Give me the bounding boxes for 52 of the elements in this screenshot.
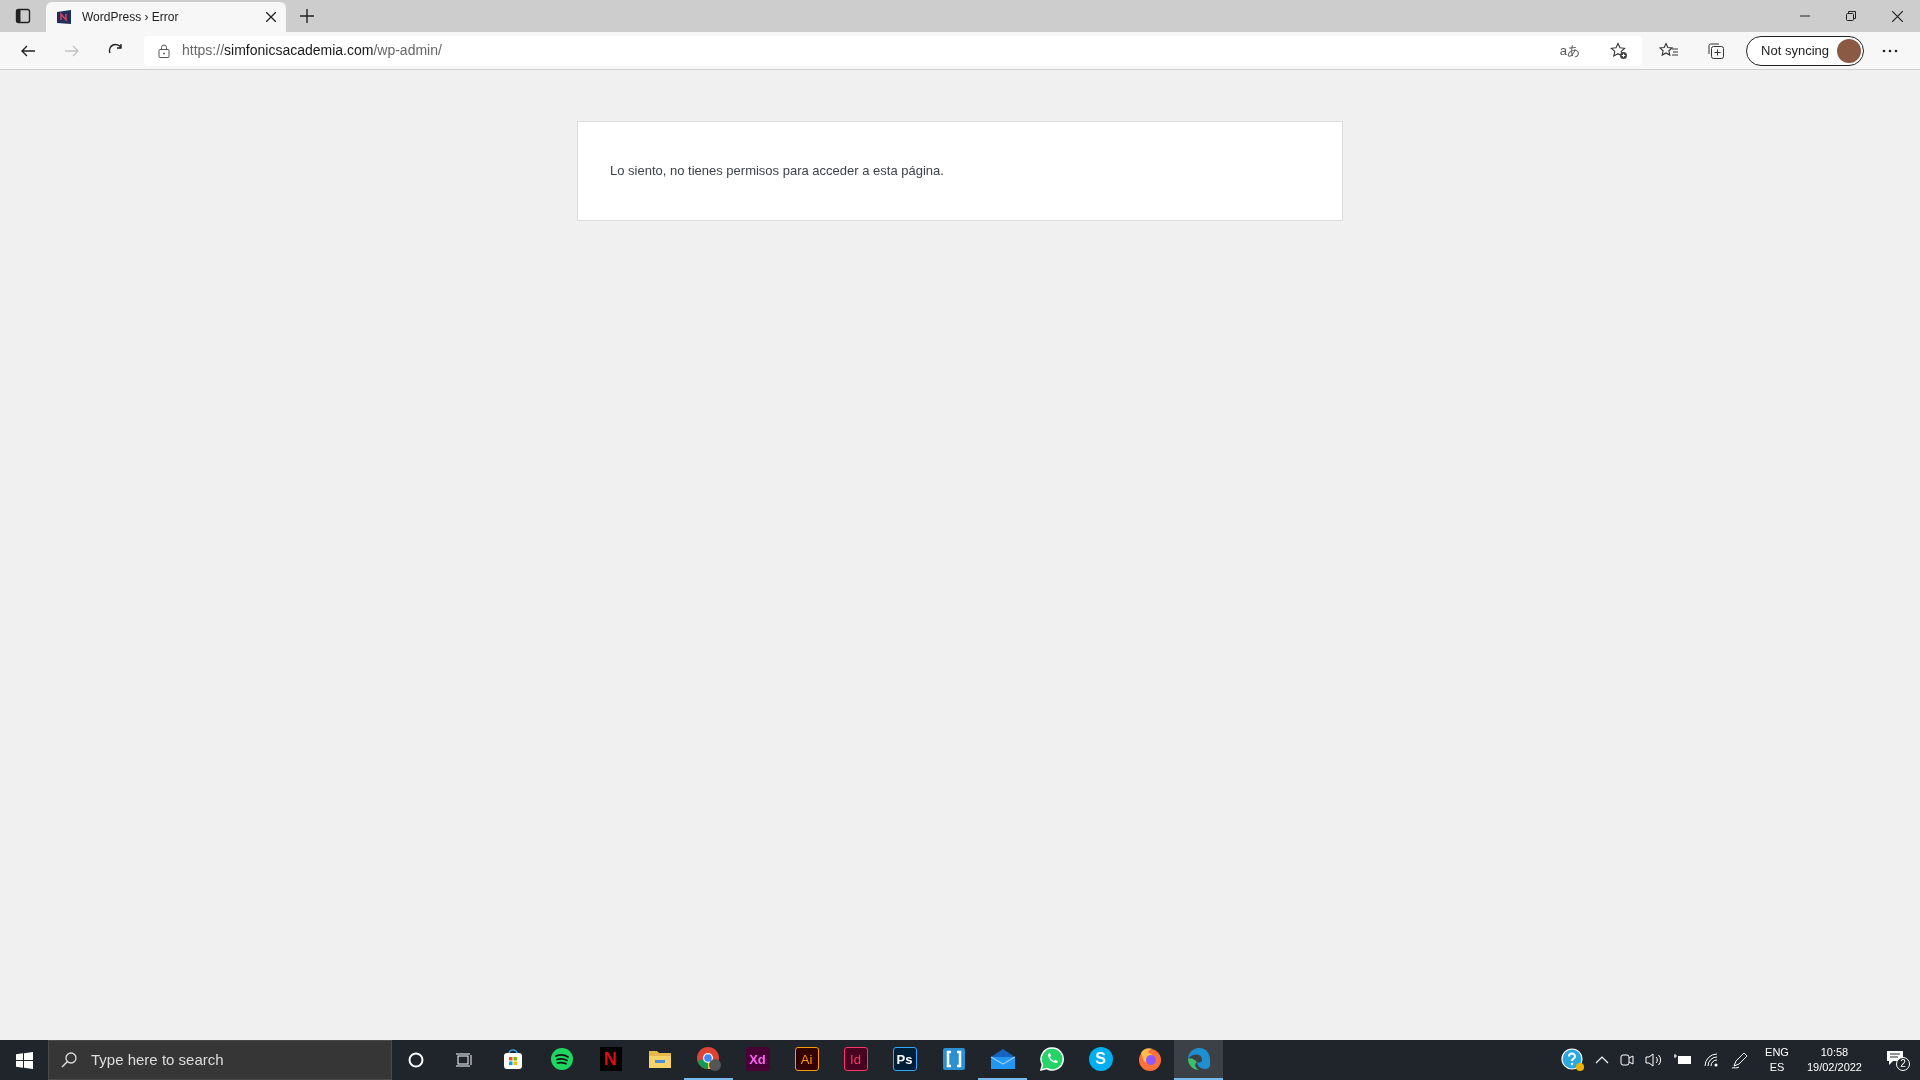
spotify-icon bbox=[549, 1047, 574, 1071]
skype-icon: S bbox=[1088, 1047, 1113, 1071]
address-field[interactable]: https://simfonicsacademia.com/wp-admin/ aあ bbox=[144, 35, 1643, 66]
taskbar-app[interactable]: Id bbox=[831, 1040, 880, 1080]
cortana-icon[interactable] bbox=[408, 1052, 424, 1068]
add-favorite-icon[interactable] bbox=[1610, 41, 1629, 60]
tab-actions-icon[interactable] bbox=[15, 8, 31, 24]
netflix-icon: N bbox=[599, 1047, 622, 1071]
pen-icon[interactable] bbox=[1731, 1051, 1750, 1069]
folder-icon bbox=[647, 1048, 672, 1070]
search-field[interactable]: Type here to search bbox=[48, 1040, 392, 1080]
firefox-icon bbox=[1136, 1046, 1163, 1072]
taskbar-app[interactable]: Xd bbox=[733, 1040, 782, 1080]
profile-button[interactable]: Not syncing bbox=[1746, 35, 1864, 66]
taskbar-app[interactable]: Ps bbox=[880, 1040, 929, 1080]
read-aloud-icon[interactable]: aあ bbox=[1559, 40, 1581, 61]
chrome-icon bbox=[695, 1046, 722, 1072]
site-favicon-icon bbox=[56, 9, 72, 25]
clock-date[interactable]: 19/02/2022 bbox=[1806, 1060, 1862, 1075]
edge-icon bbox=[1185, 1046, 1212, 1072]
search-icon bbox=[61, 1052, 77, 1068]
chat-bubble-icon bbox=[1038, 1046, 1065, 1072]
notifications-button[interactable]: 2 bbox=[1884, 1048, 1914, 1072]
ps-logo-icon: Ps bbox=[892, 1047, 917, 1071]
bracket-app-icon bbox=[941, 1047, 966, 1071]
close-icon[interactable] bbox=[1891, 10, 1903, 22]
task-view-icon[interactable] bbox=[455, 1052, 473, 1068]
taskbar-app[interactable]: Ai bbox=[782, 1040, 831, 1080]
taskbar-app[interactable]: N bbox=[586, 1040, 635, 1080]
avatar-icon bbox=[1837, 38, 1861, 63]
clock-time[interactable]: 10:58 bbox=[1820, 1045, 1849, 1060]
start-icon[interactable] bbox=[15, 1051, 33, 1069]
restore-icon[interactable] bbox=[1846, 11, 1856, 21]
language-indicator[interactable]: ENG bbox=[1765, 1045, 1789, 1060]
lock-icon bbox=[158, 43, 170, 58]
browser-tab[interactable]: WordPress › Error bbox=[46, 2, 286, 32]
tab-title: WordPress › Error bbox=[82, 9, 180, 26]
chevron-up-icon[interactable] bbox=[1595, 1056, 1610, 1064]
more-icon[interactable] bbox=[1882, 48, 1898, 53]
camera-icon[interactable] bbox=[1619, 1052, 1636, 1068]
xd-logo-icon: Xd bbox=[745, 1047, 770, 1071]
keyboard-layout-indicator[interactable]: ES bbox=[1769, 1060, 1785, 1075]
error-message: Lo siento, no tienes permisos para acceder a esta página. bbox=[610, 162, 944, 181]
help-icon[interactable] bbox=[1561, 1048, 1586, 1072]
new-tab-icon[interactable] bbox=[300, 9, 314, 23]
ai-logo-icon: Ai bbox=[794, 1047, 819, 1071]
close-tab-icon[interactable] bbox=[266, 12, 276, 22]
collections-icon[interactable] bbox=[1707, 41, 1726, 60]
id-logo-icon: Id bbox=[843, 1047, 868, 1071]
battery-icon[interactable] bbox=[1673, 1053, 1694, 1067]
mail-icon bbox=[989, 1048, 1016, 1070]
volume-icon[interactable] bbox=[1645, 1052, 1664, 1068]
